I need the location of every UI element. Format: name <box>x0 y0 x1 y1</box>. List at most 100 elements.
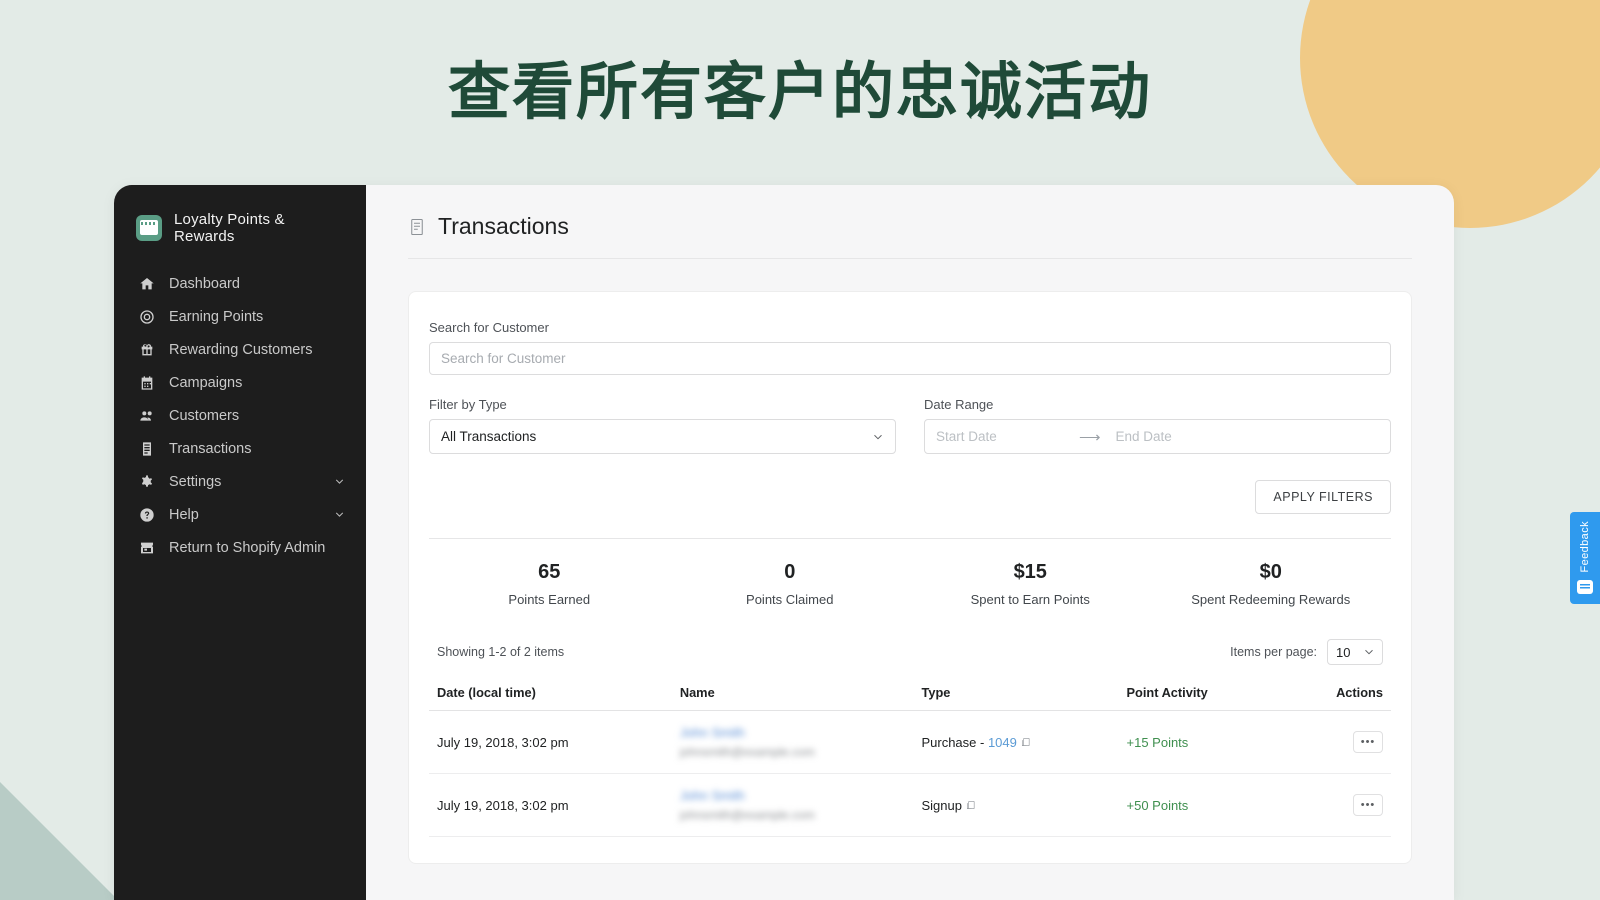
stat-label: Points Claimed <box>746 592 834 607</box>
corner-triangle-decoration <box>0 782 118 900</box>
table-header-row: Date (local time) Name Type Point Activi… <box>429 675 1391 711</box>
cell-point-activity: +15 Points <box>1118 710 1329 774</box>
sidebar-item-label: Transactions <box>169 440 252 457</box>
gift-icon <box>138 341 155 358</box>
gear-icon <box>138 473 155 490</box>
sidebar: Loyalty Points & Rewards Dashboard Earni… <box>114 185 366 900</box>
stat-spent-redeeming-rewards: $0 Spent Redeeming Rewards <box>1151 561 1392 607</box>
brand[interactable]: Loyalty Points & Rewards <box>114 201 366 267</box>
sidebar-item-settings[interactable]: Settings <box>114 465 366 498</box>
stat-value: $15 <box>1013 561 1047 583</box>
start-date-input[interactable] <box>925 420 1075 453</box>
main-content: Transactions Search for Customer Filter … <box>366 185 1454 900</box>
search-field-group: Search for Customer <box>429 320 1391 375</box>
cell-point-activity: +50 Points <box>1118 773 1329 837</box>
cell-actions: ••• <box>1328 710 1391 774</box>
page-headline: 查看所有客户的忠诚活动 <box>447 57 1152 127</box>
sidebar-item-transactions[interactable]: Transactions <box>114 432 366 465</box>
sidebar-item-label: Dashboard <box>169 275 240 292</box>
table-row: July 19, 2018, 3:02 pm John Smith johnsm… <box>429 773 1391 837</box>
customer-name-link[interactable]: John Smith <box>680 725 906 740</box>
cell-actions: ••• <box>1328 773 1391 837</box>
home-icon <box>138 275 155 292</box>
stat-points-claimed: 0 Points Claimed <box>670 561 911 607</box>
stats-row: 65 Points Earned 0 Points Claimed $15 Sp… <box>429 539 1391 611</box>
cell-date: July 19, 2018, 3:02 pm <box>429 773 672 837</box>
cell-name: John Smith johnsmith@example.com <box>671 710 914 774</box>
row-actions-button[interactable]: ••• <box>1353 794 1383 816</box>
cell-type: Signup <box>913 773 1119 837</box>
type-select[interactable]: All Transactions <box>429 419 896 454</box>
people-icon <box>138 407 155 424</box>
stat-value: 0 <box>784 561 796 583</box>
feedback-label: Feedback <box>1579 521 1591 573</box>
page-header: Transactions <box>366 185 1454 259</box>
sidebar-item-customers[interactable]: Customers <box>114 399 366 432</box>
customer-name-link[interactable]: John Smith <box>680 788 906 803</box>
chevron-down-icon[interactable] <box>332 475 346 489</box>
target-icon <box>138 308 155 325</box>
sidebar-item-rewarding-customers[interactable]: Rewarding Customers <box>114 333 366 366</box>
end-date-input[interactable] <box>1104 420 1255 453</box>
type-label: Signup <box>921 797 962 813</box>
items-per-page-label: Items per page: <box>1230 645 1317 659</box>
store-icon <box>138 539 155 556</box>
column-header-type[interactable]: Type <box>913 675 1119 711</box>
apply-row: APPLY FILTERS <box>429 480 1391 514</box>
stat-value: $0 <box>1259 561 1282 583</box>
page-title: Transactions <box>438 213 569 239</box>
customer-email: johnsmith@example.com <box>679 808 815 822</box>
type-label: Purchase - <box>921 734 988 750</box>
stat-value: 65 <box>538 561 561 583</box>
header-divider <box>408 258 1412 259</box>
type-select-wrap: All Transactions <box>429 419 896 454</box>
help-icon <box>138 506 155 523</box>
order-link[interactable]: 1049 <box>988 735 1017 750</box>
search-input[interactable] <box>429 342 1391 375</box>
sidebar-item-help[interactable]: Help <box>114 498 366 531</box>
cell-date: July 19, 2018, 3:02 pm <box>429 710 672 774</box>
cell-name: John Smith johnsmith@example.com <box>671 773 914 837</box>
type-filter-group: Filter by Type All Transactions <box>429 397 896 454</box>
point-activity-value: +50 Points <box>1126 797 1189 813</box>
feedback-tab[interactable]: Feedback <box>1570 512 1600 604</box>
transactions-icon <box>408 217 426 237</box>
stat-label: Spent to Earn Points <box>970 592 1090 607</box>
filter-row: Filter by Type All Transactions Date Ran… <box>429 397 1391 454</box>
app-window: Loyalty Points & Rewards Dashboard Earni… <box>114 185 1454 900</box>
app-logo-icon <box>136 215 162 241</box>
items-per-page: Items per page: 10 <box>1230 639 1383 665</box>
page-title-row: Transactions <box>408 213 1412 258</box>
sidebar-item-earning-points[interactable]: Earning Points <box>114 300 366 333</box>
type-filter-label: Filter by Type <box>429 397 507 412</box>
row-actions-button[interactable]: ••• <box>1353 731 1383 753</box>
date-range-control: ⟶ <box>924 419 1391 454</box>
brand-name: Loyalty Points & Rewards <box>174 211 285 245</box>
items-per-page-select[interactable]: 10 <box>1327 639 1383 665</box>
sidebar-item-label: Return to Shopify Admin <box>169 539 326 556</box>
stat-spent-to-earn-points: $15 Spent to Earn Points <box>910 561 1151 607</box>
sidebar-item-label: Help <box>169 506 199 523</box>
copy-icon[interactable] <box>1020 736 1031 748</box>
chevron-down-icon[interactable] <box>332 508 346 522</box>
copy-icon[interactable] <box>965 799 976 811</box>
date-range-label: Date Range <box>924 397 994 412</box>
sidebar-item-label: Rewarding Customers <box>169 341 313 358</box>
sidebar-item-label: Campaigns <box>169 374 243 391</box>
sidebar-item-label: Earning Points <box>169 308 264 325</box>
table-meta: Showing 1-2 of 2 items Items per page: 1… <box>429 639 1391 665</box>
column-header-point-activity[interactable]: Point Activity <box>1118 675 1329 711</box>
table-row: July 19, 2018, 3:02 pm John Smith johnsm… <box>429 710 1391 774</box>
transactions-card: Search for Customer Filter by Type All T… <box>408 291 1412 864</box>
arrow-right-icon: ⟶ <box>1079 428 1101 446</box>
items-per-page-value: 10 <box>1336 644 1351 660</box>
column-header-date[interactable]: Date (local time) <box>429 675 672 711</box>
point-activity-value: +15 Points <box>1126 734 1189 750</box>
sidebar-item-dashboard[interactable]: Dashboard <box>114 267 366 300</box>
sidebar-item-campaigns[interactable]: Campaigns <box>114 366 366 399</box>
transactions-table: Date (local time) Name Type Point Activi… <box>429 675 1391 837</box>
sidebar-item-return-to-shopify-admin[interactable]: Return to Shopify Admin <box>114 531 366 564</box>
column-header-name[interactable]: Name <box>671 675 914 711</box>
apply-filters-button[interactable]: APPLY FILTERS <box>1255 480 1391 514</box>
hero-banner: 查看所有客户的忠诚活动 <box>0 0 1600 185</box>
